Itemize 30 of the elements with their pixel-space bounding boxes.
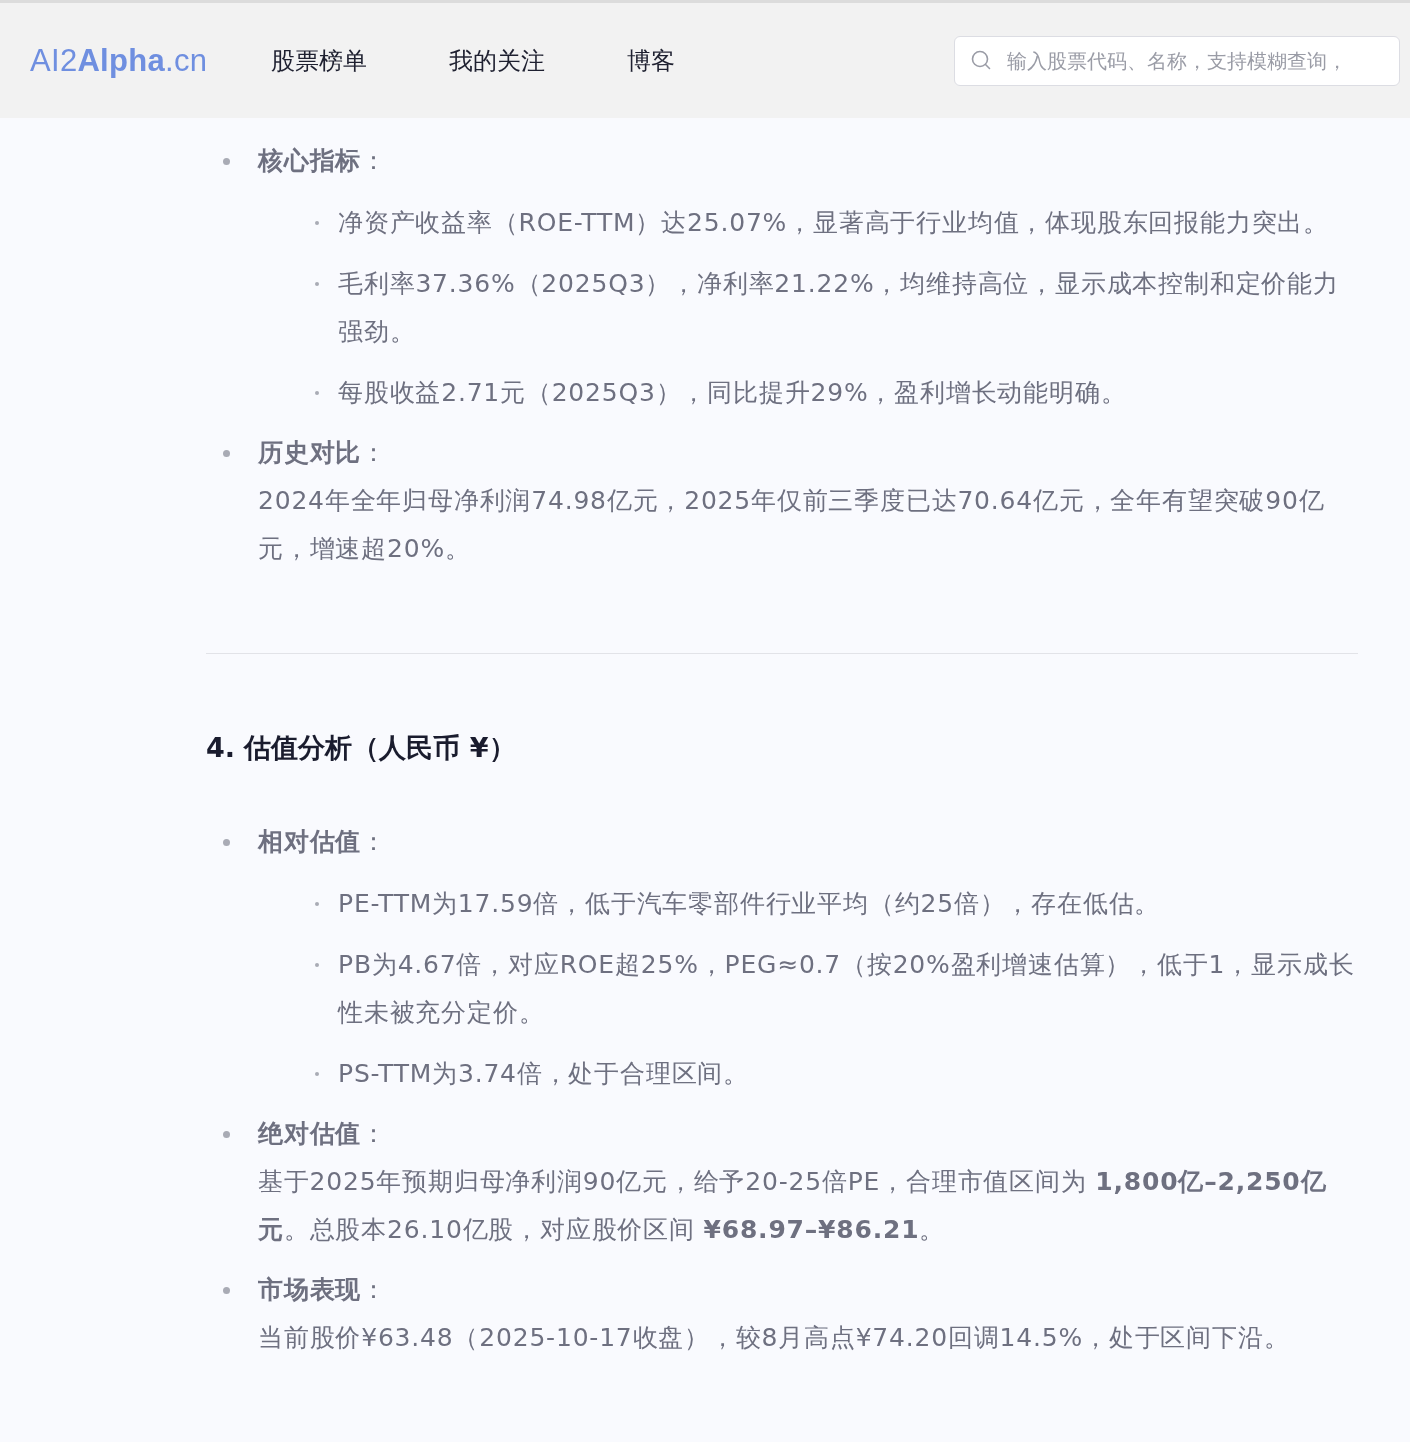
item-label: 绝对估值： [258, 1118, 388, 1150]
item-label: 核心指标： [258, 145, 388, 177]
bullet-icon [315, 282, 319, 286]
bullet-icon [223, 450, 230, 457]
section-heading: 4. 估值分析（人民币 ¥） [206, 731, 517, 765]
item-text: 基于2025年预期归母净利润90亿元，给予20-25倍PE，合理市值区间为 1,800亿–2,250亿元。总股本26.10亿股，对应股价区间 ¥68.97–¥86.21。 [258, 1166, 1328, 1246]
bullet-icon [223, 1287, 230, 1294]
bullet-icon [315, 1072, 319, 1076]
bullet-icon [223, 1131, 230, 1138]
bullet-icon [223, 158, 230, 165]
item-text: 2024年全年归母净利润74.98亿元，2025年仅前三季度已达70.64亿元，全年有望突破90亿元，增速超20%。 [258, 485, 1326, 565]
bullet-text: PE-TTM为17.59倍，低于汽车零部件行业平均（约25倍），存在低估。 [338, 888, 1162, 920]
bullet-text: PS-TTM为3.74倍，处于合理区间。 [338, 1058, 750, 1090]
item-label: 历史对比： [258, 437, 388, 469]
nav-link[interactable]: 我的关注 [449, 44, 546, 77]
item-text: 当前股价¥63.48（2025-10-17收盘），较8月高点¥74.20回调14.5%，处于区间下沿。 [258, 1322, 1291, 1354]
bullet-icon [315, 902, 319, 906]
nav-link[interactable]: 股票榜单 [271, 44, 368, 77]
search-field[interactable]: 输入股票代码、名称，支持模糊查询， [954, 35, 1400, 86]
bullet-text: 每股收益2.71元（2025Q3），同比提升29%，盈利增长动能明确。 [338, 377, 1128, 409]
bullet-icon [315, 221, 319, 225]
item-label: 相对估值： [258, 826, 388, 858]
bullet-text: PB为4.67倍，对应ROE超25%，PEG≈0.7（按20%盈利增速估算），低于1，显示成长性未被充分定价。 [338, 949, 1356, 1029]
item-label: 市场表现： [258, 1274, 388, 1306]
bullet-text: 净资产收益率（ROE-TTM）达25.07%，显著高于行业均值，体现股东回报能力突出。 [338, 207, 1330, 239]
bullet-icon [315, 963, 319, 967]
bullet-text: 毛利率37.36%（2025Q3），净利率21.22%，均维持高位，显示成本控制和定价能力强劲。 [338, 268, 1340, 348]
nav-link[interactable]: 博客 [627, 44, 676, 77]
bullet-icon [223, 839, 230, 846]
bullet-icon [315, 391, 319, 395]
